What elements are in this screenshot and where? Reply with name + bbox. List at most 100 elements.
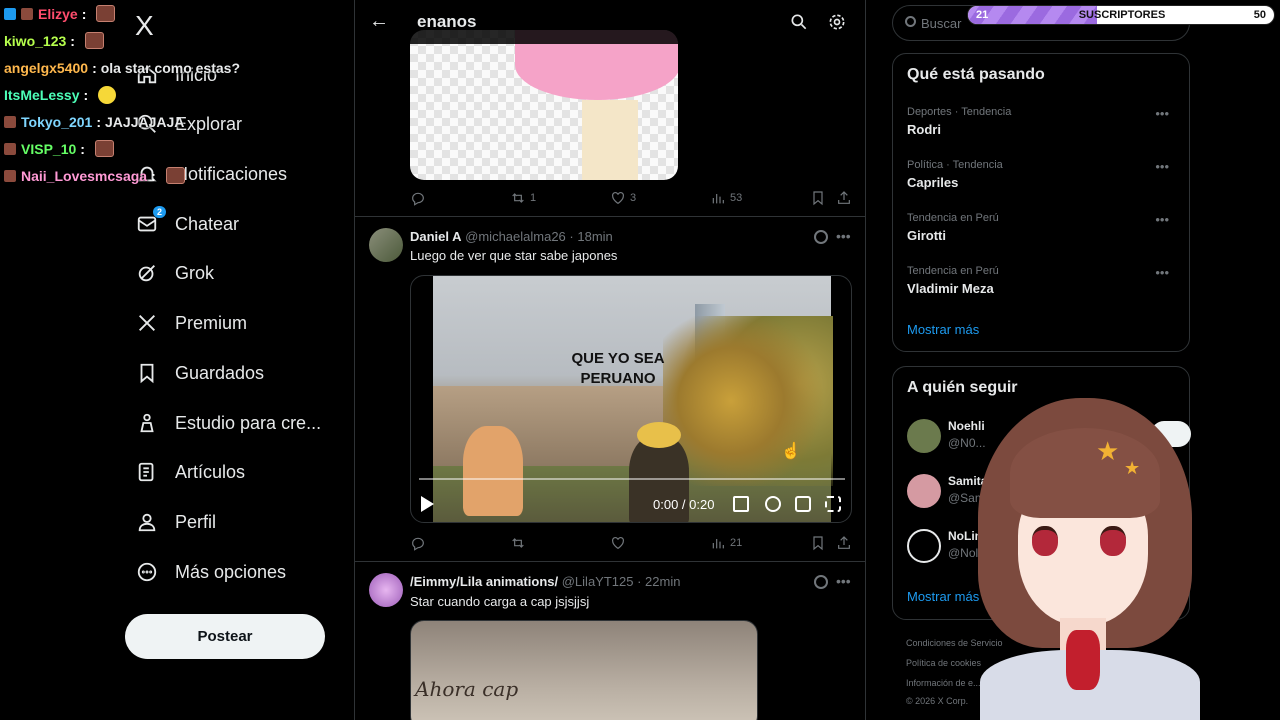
bookmark-button[interactable] [810, 535, 830, 551]
author-name[interactable]: /Eimmy/Lila animations/ [410, 574, 558, 589]
nav-item-grok[interactable]: Grok [135, 253, 214, 293]
emote-icon [96, 5, 116, 22]
x-icon [135, 311, 159, 335]
trend-item[interactable]: Política · Tendencia Capriles ••• [907, 159, 1177, 190]
video-progress-bar[interactable] [419, 478, 845, 480]
post-button[interactable]: Postear [125, 614, 325, 659]
nav-label: Premium [175, 312, 248, 333]
share-button[interactable] [836, 190, 856, 206]
views-button[interactable]: 53 [710, 190, 742, 206]
like-button[interactable] [610, 535, 630, 551]
avatar[interactable] [907, 474, 941, 508]
badge-icon [4, 7, 16, 20]
follow-title: A quién seguir [907, 379, 1018, 396]
video-player[interactable]: QUE YO SEA PERUANO 0:00 / 0:20 [410, 275, 852, 523]
reply-button[interactable] [410, 535, 430, 551]
fullscreen-icon[interactable] [825, 496, 841, 512]
nav-item-more[interactable]: Más opciones [135, 552, 286, 592]
more-icon[interactable]: ••• [836, 573, 851, 589]
chat-user: kiwo_123 [4, 32, 67, 49]
like-button[interactable]: 3 [610, 190, 636, 206]
avatar-eye [1100, 526, 1126, 556]
chat-message: Elizye: [0, 0, 260, 27]
nav-item-studio[interactable]: Estudio para cre... [135, 403, 321, 443]
trend-item[interactable]: Deportes · Tendencia Rodri ••• [907, 106, 1177, 137]
page-title: enanos [417, 12, 477, 31]
more-icon[interactable]: ••• [1155, 212, 1169, 227]
post-image[interactable]: Ahora cap [410, 620, 758, 720]
avatar[interactable] [907, 419, 941, 453]
author-handle[interactable]: @LilaYT125 [562, 574, 634, 589]
scene-trees [663, 316, 833, 486]
views-icon [712, 539, 724, 549]
grok-icon [135, 261, 159, 285]
nav-item-profile[interactable]: Perfil [135, 502, 216, 542]
post-image[interactable] [410, 30, 678, 180]
tweet-header: Daniel A @michaelalma26 · 18min [410, 229, 613, 244]
volume-icon[interactable] [733, 496, 749, 512]
settings-icon[interactable] [765, 496, 781, 512]
trends-title: Qué está pasando [907, 66, 1045, 83]
pip-icon[interactable] [795, 496, 811, 512]
subscriber-goal: 50 [1253, 9, 1266, 21]
smile-emoji-icon [98, 85, 117, 104]
avatar[interactable] [369, 573, 403, 607]
grok-icon[interactable] [814, 575, 828, 589]
trend-meta: Tendencia en Perú [907, 265, 999, 277]
reply-button[interactable] [410, 190, 430, 206]
author-name[interactable]: Daniel A [410, 229, 462, 244]
retweet-button[interactable]: 1 [510, 190, 536, 206]
nav-label: Grok [175, 262, 215, 283]
gear-icon[interactable] [827, 12, 847, 32]
badge-icon [4, 115, 16, 128]
video-controls: 0:00 / 0:20 [411, 490, 851, 520]
back-arrow-icon[interactable]: ← [369, 10, 389, 33]
avatar[interactable] [907, 529, 941, 563]
views-icon [712, 194, 724, 204]
chat-user: Naii_Lovesmcsaga [21, 167, 148, 184]
stream-chat-overlay: Elizye: kiwo_123: angelgx5400: ola star c… [0, 0, 260, 189]
caption-line: QUE YO SEA [571, 350, 665, 367]
trends-panel: Qué está pasando Deportes · Tendencia Ro… [892, 53, 1190, 352]
more-icon[interactable]: ••• [836, 228, 851, 244]
avatar[interactable] [369, 228, 403, 262]
bookmark-icon [135, 361, 159, 385]
share-button[interactable] [836, 535, 856, 551]
emote-icon [94, 140, 114, 157]
chat-user: Tokyo_201 [21, 113, 93, 130]
screen: { "chat": [ {"user": "Elizye", "color": … [0, 0, 1280, 720]
search-icon[interactable] [789, 12, 809, 32]
author-handle[interactable]: @michaelalma26 [465, 229, 566, 244]
nav-label: Artículos [175, 461, 246, 482]
more-icon[interactable]: ••• [1155, 159, 1169, 174]
nav-item-articles[interactable]: Artículos [135, 452, 245, 492]
more-icon[interactable]: ••• [1155, 265, 1169, 280]
nav-item-bookmarks[interactable]: Guardados [135, 353, 264, 393]
nav-label: Estudio para cre... [175, 412, 322, 433]
badge-icon [21, 7, 33, 20]
show-more-link[interactable]: Mostrar más [907, 322, 979, 337]
avatar-eye [1032, 526, 1058, 556]
grok-icon[interactable] [814, 230, 828, 244]
nav-item-premium[interactable]: Premium [135, 303, 247, 343]
views-button[interactable]: 21 [710, 535, 742, 551]
retweet-button[interactable] [510, 535, 530, 551]
play-icon[interactable] [421, 496, 434, 512]
trend-item[interactable]: Tendencia en Perú Vladimir Meza ••• [907, 265, 1177, 296]
nav-item-chat[interactable]: 2 Chatear [135, 204, 239, 244]
trend-item[interactable]: Tendencia en Perú Girotti ••• [907, 212, 1177, 243]
like-count: 3 [630, 192, 637, 204]
bookmark-button[interactable] [810, 190, 830, 206]
retweet-count: 1 [530, 192, 537, 204]
vtuber-avatar: ★ ★ [960, 398, 1220, 720]
chat-message: kiwo_123: [0, 27, 260, 54]
nav-label: Perfil [175, 511, 217, 532]
illustration-legs [582, 100, 638, 180]
more-icon[interactable]: ••• [1155, 106, 1169, 121]
tweet-time: · 22min [637, 574, 681, 589]
nav-label: Guardados [175, 362, 265, 383]
emote-icon [165, 167, 185, 184]
star-hairclip-icon: ★ [1096, 436, 1120, 466]
chat-text: ola star como estas? [100, 59, 241, 76]
chat-user: VISP_10 [21, 140, 77, 157]
